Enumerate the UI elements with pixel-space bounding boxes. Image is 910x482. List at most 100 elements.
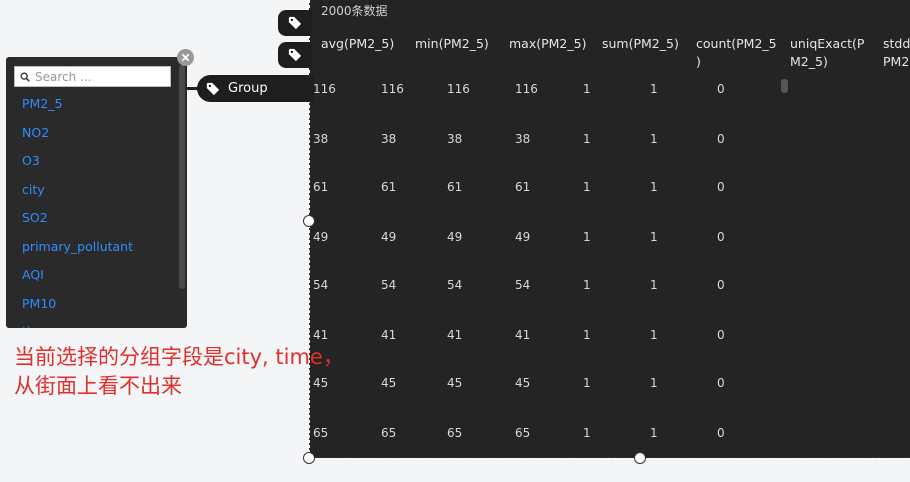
field-option[interactable]: city [6, 176, 187, 205]
table-cell: 1 [583, 82, 591, 96]
table-cell: 0 [717, 328, 725, 342]
tag-icon [206, 82, 220, 95]
search-icon [20, 72, 30, 82]
table-cell: 54 [381, 278, 397, 292]
column-header[interactable]: min(PM2_5) [415, 35, 489, 53]
table-cell: 45 [515, 376, 531, 390]
table-cell: 0 [717, 230, 725, 244]
group-button[interactable]: Group [197, 75, 314, 102]
table-cell: 38 [447, 132, 463, 146]
column-header[interactable]: avg(PM2_5) [321, 35, 394, 53]
search-box[interactable] [14, 66, 171, 87]
table-cell: 65 [447, 426, 463, 440]
table-cell: 61 [313, 180, 329, 194]
column-header[interactable]: count(PM2_5) [696, 35, 777, 71]
table-cell: 116 [381, 82, 404, 96]
table-cell: 45 [447, 376, 463, 390]
table-cell: 0 [717, 426, 725, 440]
table-cell: 0 [717, 132, 725, 146]
column-scroll-handle[interactable] [781, 79, 788, 93]
field-option[interactable]: PM10 [6, 290, 187, 319]
data-panel: 2000条数据 avg(PM2_5) min(PM2_5) max(PM2_5) su… [309, 0, 910, 458]
column-header[interactable]: sum(PM2_5) [602, 35, 679, 53]
close-icon [181, 53, 190, 62]
table-cell: 38 [313, 132, 329, 146]
table-cell: 41 [381, 328, 397, 342]
table-cell: 1 [650, 328, 658, 342]
tag-icon [288, 48, 302, 62]
table-cell: 0 [717, 180, 725, 194]
table-cell: 1 [650, 376, 658, 390]
tag-button-1[interactable] [278, 10, 312, 36]
tag-button-2[interactable] [278, 42, 312, 68]
tag-icon [288, 16, 302, 30]
close-button[interactable] [177, 49, 194, 66]
table-cell: 41 [515, 328, 531, 342]
table-cell: 1 [583, 180, 591, 194]
table-cell: 0 [717, 278, 725, 292]
field-option[interactable]: AQI [6, 261, 187, 290]
column-header-text: stdd [883, 36, 910, 51]
column-header-text: ) [696, 54, 701, 69]
table-cell: 65 [515, 426, 531, 440]
table-cell: 49 [381, 230, 397, 244]
table-cell: 1 [583, 230, 591, 244]
field-option[interactable]: SO2 [6, 204, 187, 233]
annotation-line-1: 当前选择的分组字段是city, time， [14, 345, 344, 369]
field-option[interactable]: NO2 [6, 119, 187, 148]
table-cell: 54 [313, 278, 329, 292]
table-cell: 49 [515, 230, 531, 244]
table-cell: 1 [583, 278, 591, 292]
table-cell: 65 [381, 426, 397, 440]
table-cell: 61 [515, 180, 531, 194]
field-option[interactable]: primary_pollutant [6, 233, 187, 262]
table-cell: 1 [650, 230, 658, 244]
table-cell: 1 [583, 376, 591, 390]
table-cell: 1 [650, 180, 658, 194]
row-count-caption: 2000条数据 [321, 4, 388, 18]
table-cell: 1 [650, 132, 658, 146]
table-cell: 54 [447, 278, 463, 292]
table-cell: 45 [381, 376, 397, 390]
table-cell: 61 [447, 180, 463, 194]
table-cell: 54 [515, 278, 531, 292]
table-cell: 41 [447, 328, 463, 342]
column-header-text: count(PM2_5 [696, 36, 777, 51]
field-list: PM2_5 NO2 O3 city SO2 primary_pollutant AQI PM1… [6, 90, 187, 328]
table-cell: 38 [381, 132, 397, 146]
resize-handle-left[interactable] [303, 215, 315, 227]
dropdown-scrollbar[interactable] [179, 65, 185, 289]
column-header-text: sum(PM2_5) [602, 36, 679, 51]
column-header[interactable]: stdd PM2 [883, 35, 910, 71]
column-header-text: max(PM2_5) [509, 36, 587, 51]
field-option[interactable]: O3 [6, 147, 187, 176]
column-header[interactable]: max(PM2_5) [509, 35, 586, 53]
resize-handle-bottom[interactable] [634, 452, 646, 464]
table-cell: 1 [650, 278, 658, 292]
search-input[interactable] [35, 69, 165, 84]
column-header-text: PM2 [883, 54, 910, 69]
table-cell: 0 [717, 82, 725, 96]
column-header-text: M2_5) [790, 54, 828, 69]
column-header-text: min(PM2_5) [415, 36, 489, 51]
column-header-text: avg(PM2_5) [321, 36, 395, 51]
table-cell: 49 [313, 230, 329, 244]
table-cell: 116 [313, 82, 336, 96]
table-cell: 61 [381, 180, 397, 194]
field-option[interactable]: PM2_5 [6, 90, 187, 119]
table-cell: 0 [717, 376, 725, 390]
resize-handle-bottom-left[interactable] [303, 452, 315, 464]
table-cell: 116 [515, 82, 538, 96]
table-cell: 1 [583, 132, 591, 146]
table-cell: 1 [650, 426, 658, 440]
table-cell: 1 [583, 426, 591, 440]
table-cell: 116 [447, 82, 470, 96]
table-cell: 65 [313, 426, 329, 440]
table-cell: 41 [313, 328, 329, 342]
column-header[interactable]: uniqExact(P M2_5) [790, 35, 864, 71]
annotation-note: 当前选择的分组字段是city, time， 从街面上看不出来 [14, 343, 374, 401]
group-label: Group [228, 81, 268, 96]
annotation-line-2: 从街面上看不出来 [14, 374, 182, 398]
field-option[interactable]: time [6, 318, 187, 328]
table-cell: 1 [650, 82, 658, 96]
